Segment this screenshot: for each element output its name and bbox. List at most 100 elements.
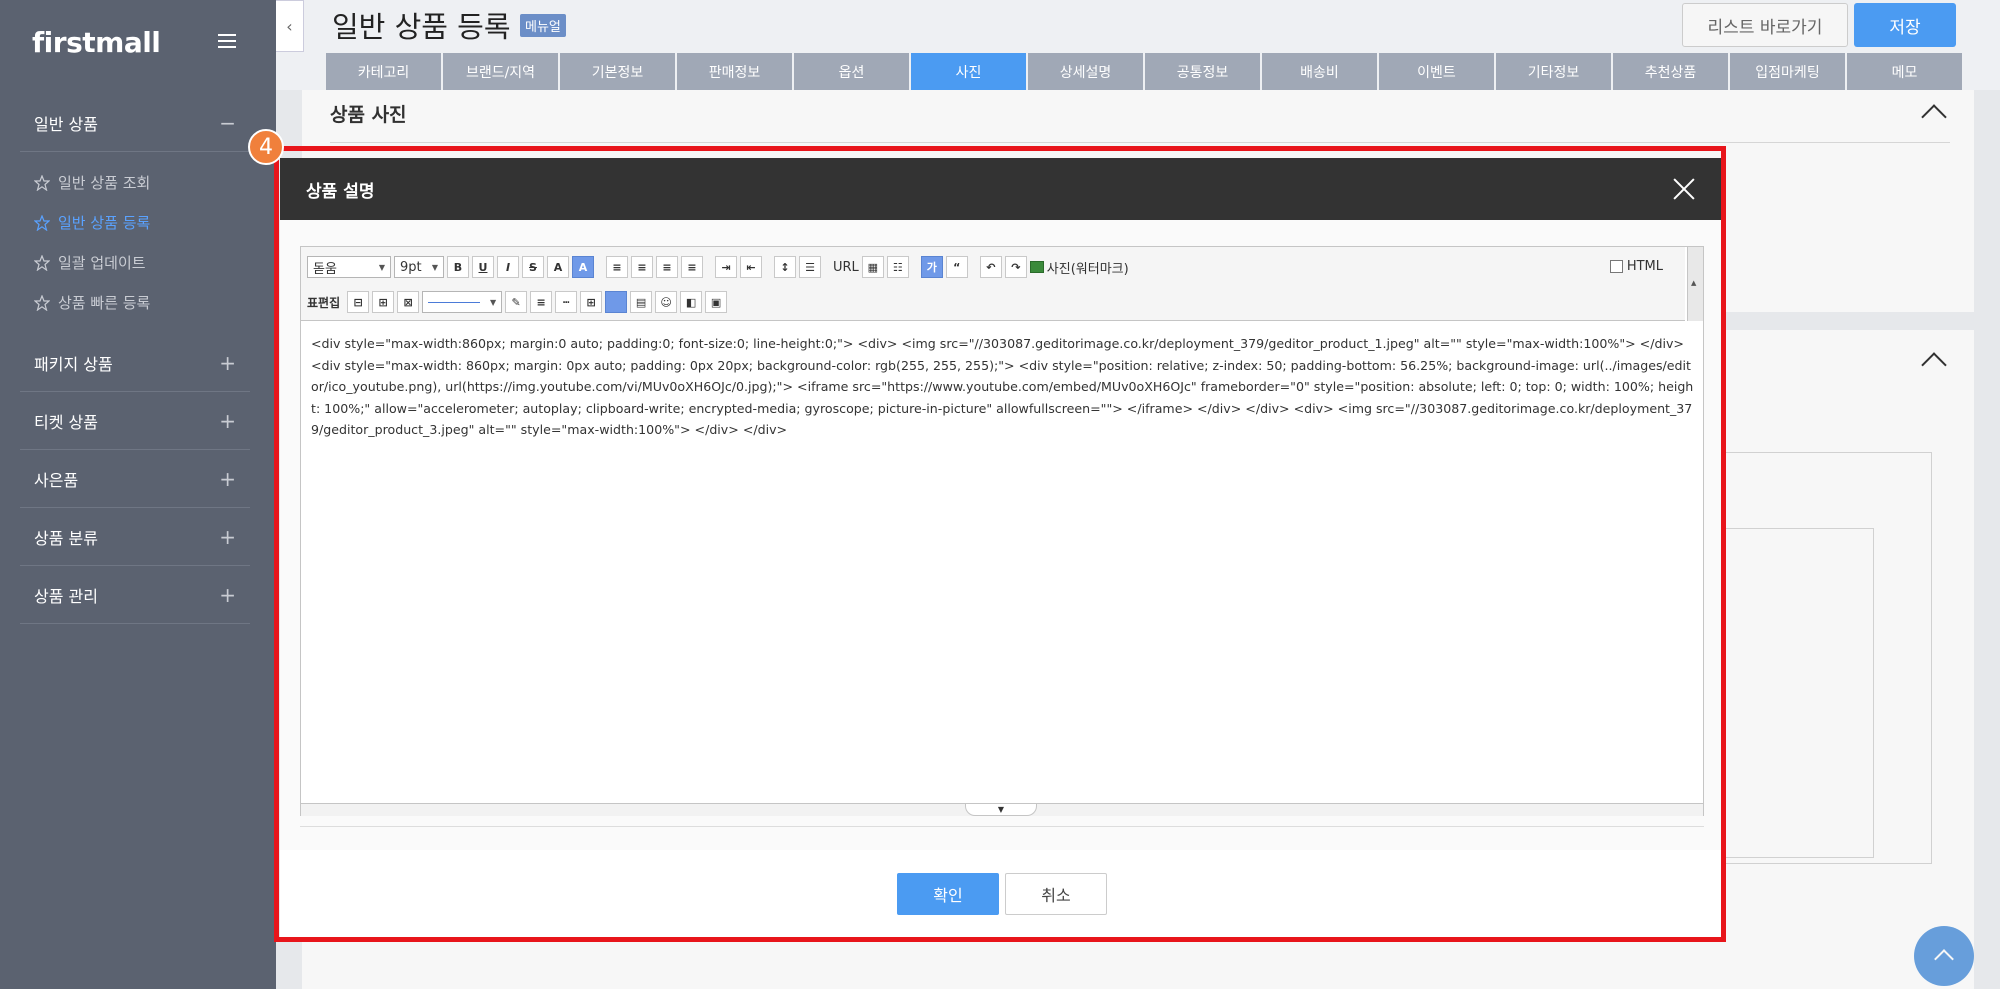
sidebar-item-general-product-list[interactable]: 일반 상품 조회	[34, 172, 150, 193]
resize-handle-icon[interactable]: ▼	[965, 804, 1037, 816]
list-shortcut-button[interactable]: 리스트 바로가기	[1682, 3, 1848, 47]
italic-button[interactable]: I	[497, 256, 519, 278]
close-icon[interactable]	[1672, 177, 1696, 201]
tab-marketing[interactable]: 입점마케팅	[1730, 53, 1845, 91]
sidebar-section-ticket-products[interactable]: 티켓 상품 +	[20, 392, 250, 450]
align-center-icon[interactable]: ≡	[631, 256, 653, 278]
expand-icon[interactable]: +	[219, 467, 236, 491]
tab-other-info[interactable]: 기타정보	[1496, 53, 1611, 91]
line-height-icon[interactable]: ↕	[774, 256, 796, 278]
sidebar-item-label: 일반 상품 조회	[58, 174, 151, 192]
tab-photos[interactable]: 사진	[911, 53, 1026, 91]
tab-common-info[interactable]: 공통정보	[1145, 53, 1260, 91]
picture-watermark-button[interactable]: 사진(워터마크)	[1029, 258, 1129, 277]
sidebar-section-package-products[interactable]: 패키지 상품 +	[20, 334, 250, 392]
quote-icon[interactable]: “	[945, 256, 968, 278]
page-title: 일반 상품 등록	[332, 10, 511, 44]
logo[interactable]: firstmall	[32, 26, 161, 59]
toolbar-scrollbar[interactable]	[1687, 247, 1703, 321]
gradient-icon[interactable]: ◧	[680, 291, 703, 313]
modal-footer: 확인 취소	[280, 850, 1722, 937]
tab-recommended[interactable]: 추천상품	[1613, 53, 1728, 91]
insert-column-icon[interactable]: ⊞	[372, 291, 395, 313]
collapse-icon[interactable]: −	[219, 111, 236, 135]
indent-icon[interactable]: ⇥	[715, 256, 737, 278]
size-select[interactable]: 9pt ▼	[394, 256, 444, 278]
sidebar-collapse-button[interactable]: ‹	[276, 0, 304, 52]
font-color-button[interactable]: A	[547, 256, 569, 278]
redo-icon[interactable]: ↷	[1004, 256, 1027, 278]
sidebar: firstmall 일반 상품 − 일반 상품 조회 일반 상품 등록 일괄 업…	[0, 0, 276, 989]
align-justify-icon[interactable]: ≡	[681, 256, 703, 278]
sidebar-section-product-category[interactable]: 상품 분류 +	[20, 508, 250, 566]
html-checkbox[interactable]	[1609, 260, 1623, 273]
sidebar-item-quick-register[interactable]: 상품 빠른 등록	[34, 292, 150, 313]
table-style-icon[interactable]: ▤	[630, 291, 653, 313]
align-right-icon[interactable]: ≡	[656, 256, 678, 278]
undo-icon[interactable]: ↶	[979, 256, 1002, 278]
font-select-value: 돋움	[313, 261, 337, 277]
editor-toolbar: 돋움 ▼ 9pt ▼ B U I S A A ≡ ≡ ≡ ≡ ⇥ ⇤ ↕ ☰ U…	[301, 247, 1685, 321]
save-template-icon[interactable]: ▣	[705, 291, 728, 313]
border-style-select[interactable]: ▼	[422, 291, 503, 313]
align-left-icon[interactable]: ≡	[606, 256, 628, 278]
expand-icon[interactable]: +	[219, 583, 236, 607]
star-icon	[34, 294, 50, 311]
tab-shipping[interactable]: 배송비	[1262, 53, 1377, 91]
dropdown-arrow-icon: ▼	[489, 297, 497, 307]
bold-button[interactable]: B	[447, 256, 469, 278]
insert-row-icon[interactable]: ⊟	[347, 291, 370, 313]
size-select-value: 9pt	[400, 259, 422, 275]
manual-badge[interactable]: 메뉴얼	[520, 14, 566, 37]
expand-icon[interactable]: +	[219, 409, 236, 433]
sidebar-item-label: 일반 상품 등록	[58, 214, 151, 232]
outdent-icon[interactable]: ⇤	[740, 256, 762, 278]
tab-brand-region[interactable]: 브랜드/지역	[443, 53, 558, 91]
cell-bg-color-icon[interactable]	[605, 291, 628, 313]
underline-button[interactable]: U	[472, 256, 494, 278]
modal-title: 상품 설명	[306, 181, 375, 202]
tab-options[interactable]: 옵션	[794, 53, 909, 91]
expand-icon[interactable]: +	[219, 525, 236, 549]
url-button[interactable]: URL	[833, 260, 859, 275]
menu-icon[interactable]	[218, 34, 236, 48]
tab-detail-description[interactable]: 상세설명	[1028, 53, 1143, 91]
cell-border-icon[interactable]: ⊞	[580, 291, 603, 313]
table-icon[interactable]: ▦	[861, 256, 884, 278]
border-color-icon[interactable]: ✎	[505, 291, 528, 313]
border-line-preview	[428, 301, 481, 303]
table-edit-label: 표편집	[307, 295, 341, 310]
strikethrough-button[interactable]: S	[522, 256, 544, 278]
sidebar-section-gifts[interactable]: 사은품 +	[20, 450, 250, 508]
tab-basic-info[interactable]: 기본정보	[560, 53, 675, 91]
border-width-icon[interactable]: ≡	[530, 291, 553, 313]
sidebar-section-product-management[interactable]: 상품 관리 +	[20, 566, 250, 624]
tab-memo[interactable]: 메모	[1847, 53, 1962, 91]
modal-header: 상품 설명	[280, 158, 1722, 220]
sidebar-item-general-product-register[interactable]: 일반 상품 등록	[34, 212, 150, 233]
tab-event[interactable]: 이벤트	[1379, 53, 1494, 91]
modal-body: 돋움 ▼ 9pt ▼ B U I S A A ≡ ≡ ≡ ≡ ⇥ ⇤ ↕ ☰ U…	[280, 220, 1722, 850]
tab-category[interactable]: 카테고리	[326, 53, 441, 91]
list-icon[interactable]: ☰	[799, 256, 821, 278]
html-source-textarea[interactable]: <div style="max-width:860px; margin:0 au…	[311, 333, 1695, 441]
save-button[interactable]: 저장	[1854, 3, 1956, 47]
border-dash-icon[interactable]: ┅	[555, 291, 578, 313]
horizontal-rule-icon[interactable]: ☷	[886, 256, 909, 278]
html-mode-toggle[interactable]: HTML	[1609, 259, 1663, 274]
sidebar-item-bulk-update[interactable]: 일괄 업데이트	[34, 252, 146, 273]
chevron-left-icon: ‹	[286, 16, 293, 36]
highlight-color-button[interactable]: A	[572, 256, 594, 278]
tab-sales-info[interactable]: 판매정보	[677, 53, 792, 91]
special-char-icon[interactable]: 가	[920, 256, 943, 278]
star-icon	[34, 214, 50, 231]
html-label: HTML	[1626, 259, 1663, 274]
cancel-button[interactable]: 취소	[1005, 873, 1107, 915]
font-select[interactable]: 돋움 ▼	[307, 256, 391, 278]
expand-icon[interactable]: +	[219, 351, 236, 375]
confirm-button[interactable]: 확인	[897, 873, 999, 915]
toolbar-row-table: 표편집 ⊟ ⊞ ⊠ ▼ ✎ ≡ ┅ ⊞ ▤ ☺ ◧ ▣	[307, 291, 728, 313]
emoticon-icon[interactable]: ☺	[655, 291, 678, 313]
sidebar-section-general-products[interactable]: 일반 상품 −	[20, 94, 250, 152]
delete-cell-icon[interactable]: ⊠	[397, 291, 420, 313]
